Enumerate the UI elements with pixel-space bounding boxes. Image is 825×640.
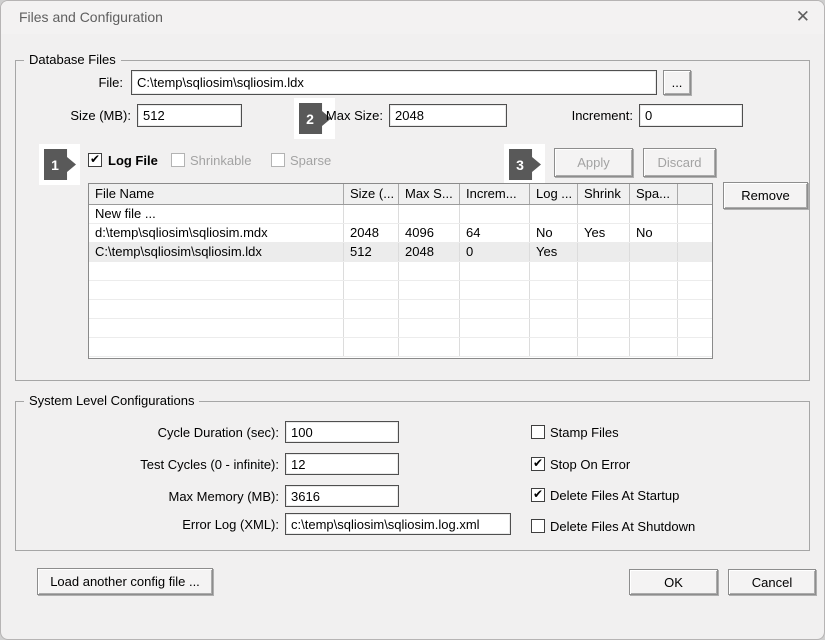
table-row-empty xyxy=(89,262,712,281)
cell-size: 512 xyxy=(344,243,399,261)
test-cycles-label: Test Cycles (0 - infinite): xyxy=(140,457,279,472)
table-row-empty xyxy=(89,338,712,357)
files-and-configuration-dialog: Files and Configuration ✕ Database Files… xyxy=(0,0,825,640)
callout-badge-3: 3 xyxy=(504,144,545,185)
cell-log: No xyxy=(530,224,578,242)
max-size-label: Max Size: xyxy=(325,108,383,123)
cycle-duration-input[interactable] xyxy=(285,421,399,443)
col-header-empty xyxy=(678,184,712,204)
cell-size: 2048 xyxy=(344,224,399,242)
col-header-size[interactable]: Size (... xyxy=(344,184,399,204)
cell-empty xyxy=(678,205,712,223)
shrinkable-checkbox[interactable] xyxy=(171,153,185,167)
table-row-empty xyxy=(89,300,712,319)
cell-file-name[interactable]: C:\temp\sqliosim\sqliosim.ldx xyxy=(89,243,344,261)
error-log-input[interactable] xyxy=(285,513,511,535)
table-row-empty xyxy=(89,319,712,338)
cell-empty xyxy=(678,224,712,242)
table-row-new-file[interactable]: New file ... xyxy=(89,205,712,224)
table-row-ldx-selected[interactable]: C:\temp\sqliosim\sqliosim.ldx 512 2048 0… xyxy=(89,243,712,262)
callout-badge-3-arrow: 3 xyxy=(509,149,541,180)
table-row-empty xyxy=(89,281,712,300)
cell-empty xyxy=(678,243,712,261)
increment-input[interactable] xyxy=(639,104,743,127)
browse-button[interactable]: ... xyxy=(663,70,691,95)
file-input[interactable] xyxy=(131,70,657,95)
files-table-header: File Name Size (... Max S... Increm... L… xyxy=(89,184,712,205)
stamp-files-checkbox[interactable] xyxy=(531,425,545,439)
remove-button[interactable]: Remove xyxy=(723,182,808,209)
close-icon[interactable]: ✕ xyxy=(796,7,810,27)
cycle-duration-label: Cycle Duration (sec): xyxy=(157,425,279,440)
callout-badge-1-arrow: 1 xyxy=(44,149,76,180)
cell-shrink xyxy=(578,243,630,261)
stamp-files-label: Stamp Files xyxy=(550,425,619,440)
files-table[interactable]: File Name Size (... Max S... Increm... L… xyxy=(88,183,713,359)
cell-sparse xyxy=(630,205,678,223)
col-header-increment[interactable]: Increm... xyxy=(460,184,530,204)
delete-startup-label: Delete Files At Startup xyxy=(550,488,680,503)
cell-max-size: 2048 xyxy=(399,243,460,261)
cell-max-size xyxy=(399,205,460,223)
database-files-group-label: Database Files xyxy=(24,52,121,67)
cell-size xyxy=(344,205,399,223)
cell-increment: 0 xyxy=(460,243,530,261)
shrinkable-label: Shrinkable xyxy=(190,153,252,168)
cell-log: Yes xyxy=(530,243,578,261)
cell-file-name[interactable]: d:\temp\sqliosim\sqliosim.mdx xyxy=(89,224,344,242)
delete-startup-checkbox[interactable]: ✔ xyxy=(531,488,545,502)
title-bar: Files and Configuration ✕ xyxy=(1,1,824,34)
cell-increment: 64 xyxy=(460,224,530,242)
cell-sparse xyxy=(630,243,678,261)
size-input[interactable] xyxy=(137,104,242,127)
max-size-input[interactable] xyxy=(389,104,507,127)
cancel-button[interactable]: Cancel xyxy=(728,569,816,595)
col-header-file-name[interactable]: File Name xyxy=(89,184,344,204)
cell-file-name[interactable]: New file ... xyxy=(89,205,344,223)
increment-label: Increment: xyxy=(571,108,633,123)
file-label: File: xyxy=(98,75,123,90)
log-file-checkbox[interactable]: ✔ xyxy=(88,153,102,167)
test-cycles-input[interactable] xyxy=(285,453,399,475)
stop-on-error-label: Stop On Error xyxy=(550,457,631,472)
max-memory-label: Max Memory (MB): xyxy=(168,489,280,504)
callout-badge-1: 1 xyxy=(39,144,80,185)
max-memory-input[interactable] xyxy=(285,485,399,507)
sparse-checkbox[interactable] xyxy=(271,153,285,167)
cell-shrink: Yes xyxy=(578,224,630,242)
size-label: Size (MB): xyxy=(70,108,131,123)
system-config-group-label: System Level Configurations xyxy=(24,393,200,408)
log-file-label: Log File xyxy=(108,153,158,168)
stop-on-error-checkbox[interactable]: ✔ xyxy=(531,457,545,471)
ok-button[interactable]: OK xyxy=(629,569,718,595)
col-header-log[interactable]: Log ... xyxy=(530,184,578,204)
cell-log xyxy=(530,205,578,223)
col-header-max-size[interactable]: Max S... xyxy=(399,184,460,204)
table-row-mdx[interactable]: d:\temp\sqliosim\sqliosim.mdx 2048 4096 … xyxy=(89,224,712,243)
cell-max-size: 4096 xyxy=(399,224,460,242)
sparse-label: Sparse xyxy=(290,153,332,168)
delete-shutdown-label: Delete Files At Shutdown xyxy=(550,519,696,534)
delete-shutdown-checkbox[interactable] xyxy=(531,519,545,533)
cell-increment xyxy=(460,205,530,223)
apply-button[interactable]: Apply xyxy=(554,148,633,177)
col-header-sparse[interactable]: Spa... xyxy=(630,184,678,204)
cell-shrink xyxy=(578,205,630,223)
cell-sparse: No xyxy=(630,224,678,242)
dialog-title: Files and Configuration xyxy=(19,9,163,25)
load-config-button[interactable]: Load another config file ... xyxy=(37,568,213,595)
col-header-shrink[interactable]: Shrink xyxy=(578,184,630,204)
error-log-label: Error Log (XML): xyxy=(182,517,279,532)
discard-button[interactable]: Discard xyxy=(643,148,716,177)
